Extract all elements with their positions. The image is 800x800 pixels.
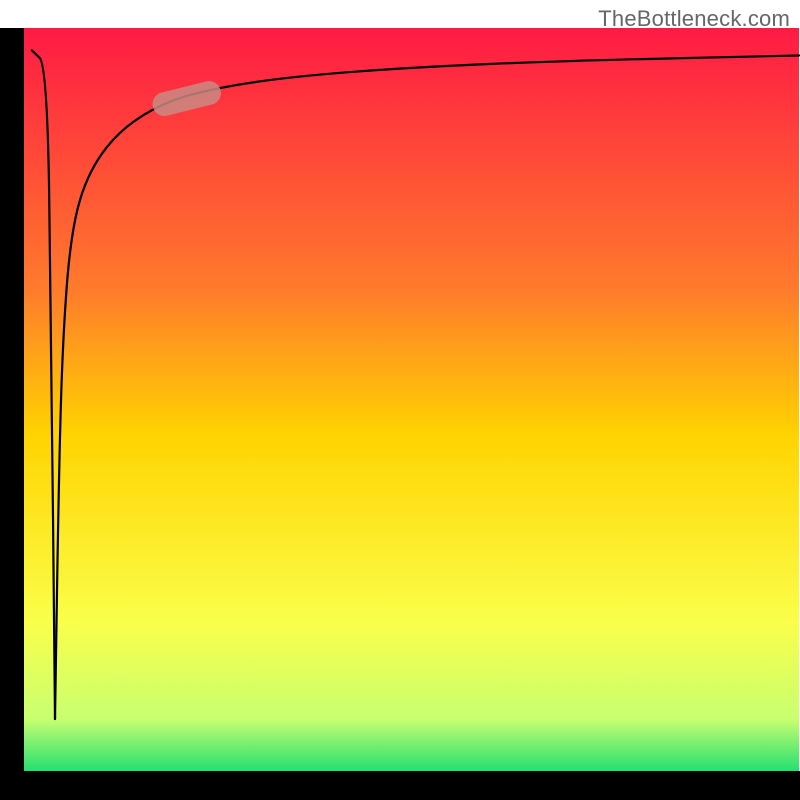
watermark-label: TheBottleneck.com xyxy=(598,6,790,32)
axis-bottom-frame xyxy=(0,771,800,800)
chart-container: TheBottleneck.com xyxy=(0,0,800,800)
plot-background xyxy=(24,28,799,771)
plot-area xyxy=(0,28,800,800)
chart-svg xyxy=(0,0,800,800)
axis-left-frame xyxy=(0,28,24,800)
